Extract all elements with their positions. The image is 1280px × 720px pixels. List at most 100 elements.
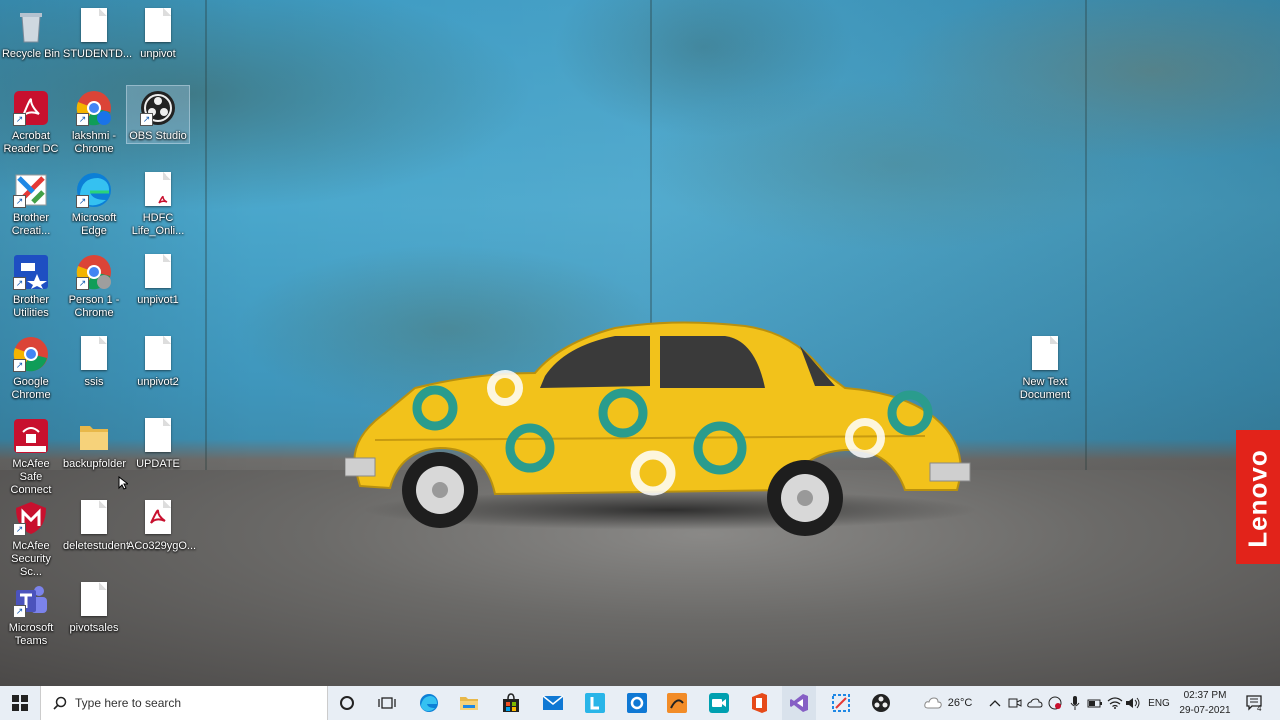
mail-icon — [542, 695, 564, 710]
desktop-icon-new-text-doc[interactable]: New Text Document — [1014, 332, 1076, 402]
desktop-icon-pivotsales[interactable]: pivotsales — [63, 578, 125, 635]
desktop-icon-brother-creative[interactable]: ↗ Brother Creati... — [0, 168, 62, 238]
desktop-icon-studentd[interactable]: STUDENTD... — [63, 4, 132, 61]
language-label: ENG — [1148, 697, 1170, 709]
wifi-icon — [1107, 697, 1123, 709]
pdf-file-icon — [140, 172, 176, 208]
desktop[interactable]: Lenovo Recycle Bin STUDENTD... unpivot ↗… — [0, 0, 1280, 686]
battery-icon — [1087, 699, 1102, 708]
desktop-icon-aco329[interactable]: ACo329ygO... — [127, 496, 196, 553]
desktop-icon-unpivot1[interactable]: unpivot1 — [127, 250, 189, 307]
task-view-button[interactable] — [370, 686, 404, 720]
cloud-icon — [924, 697, 942, 709]
wall-panel-line — [205, 0, 207, 470]
folder-icon — [76, 418, 112, 454]
taskbar-zoom[interactable] — [702, 686, 736, 720]
tray-volume[interactable] — [1124, 686, 1142, 720]
tray-security[interactable] — [1046, 686, 1064, 720]
taskbar: Type here to search 26°C ENG 02:37 PM 29… — [0, 686, 1280, 720]
acrobat-icon: ↗ — [13, 90, 49, 126]
desktop-icon-brother-utilities[interactable]: ↗ Brother Utilities — [0, 250, 62, 320]
recycle-bin-icon — [13, 8, 49, 44]
weather-widget[interactable]: 26°C — [918, 686, 978, 720]
shortcut-arrow-icon: ↗ — [13, 113, 26, 126]
clock-date: 29-07-2021 — [1179, 705, 1231, 716]
desktop-icon-backupfolder[interactable]: backupfolder — [63, 414, 126, 471]
camera-icon — [1008, 698, 1022, 708]
desktop-icon-ssis[interactable]: ssis — [63, 332, 125, 389]
text-file-icon — [140, 336, 176, 372]
taskbar-store[interactable] — [494, 686, 528, 720]
desktop-icon-mcafee-safe[interactable]: McAfee Safe Connect — [0, 414, 62, 497]
shortcut-arrow-icon: ↗ — [13, 277, 26, 290]
text-file-icon — [76, 500, 112, 536]
tray-wifi[interactable] — [1106, 686, 1124, 720]
desktop-icon-update[interactable]: UPDATE — [127, 414, 189, 471]
store-bag-icon — [503, 693, 519, 712]
desktop-icon-lakshmi-chrome[interactable]: ↗ lakshmi - Chrome — [63, 86, 125, 156]
shortcut-arrow-icon: ↗ — [13, 359, 26, 372]
lucid-app-icon — [585, 693, 605, 713]
desktop-icon-mcafee-security[interactable]: ↗ McAfee Security Sc... — [0, 496, 62, 579]
brother-utilities-icon: ↗ — [13, 254, 49, 290]
desktop-icon-person1-chrome[interactable]: ↗ Person 1 - Chrome — [63, 250, 125, 320]
edge-icon — [420, 694, 438, 712]
tray-battery[interactable] — [1086, 686, 1104, 720]
desktop-icon-unpivot[interactable]: unpivot — [127, 4, 189, 61]
shortcut-arrow-icon: ↗ — [76, 277, 89, 290]
mouse-cursor-icon — [118, 476, 128, 490]
taskbar-sketch-app[interactable] — [660, 686, 694, 720]
shortcut-arrow-icon: ↗ — [13, 195, 26, 208]
outlook-icon — [627, 693, 647, 713]
tray-microphone[interactable] — [1066, 686, 1084, 720]
taskbar-edge[interactable] — [412, 686, 446, 720]
brother-creative-icon: ↗ — [13, 172, 49, 208]
taskbar-visual-studio[interactable] — [782, 686, 816, 720]
chevron-up-icon — [989, 700, 1001, 707]
zoom-icon — [709, 693, 729, 713]
show-hidden-icons-button[interactable] — [986, 686, 1004, 720]
desktop-icon-unpivot2[interactable]: unpivot2 — [127, 332, 189, 389]
tray-meet-now[interactable] — [1006, 686, 1024, 720]
desktop-icon-deletestudent[interactable]: deletestudent — [63, 496, 129, 553]
shortcut-arrow-icon: ↗ — [76, 113, 89, 126]
speaker-icon — [1126, 697, 1140, 709]
start-button[interactable] — [0, 686, 40, 720]
desktop-icon-recycle-bin[interactable]: Recycle Bin — [0, 4, 62, 61]
wallpaper-car — [345, 321, 971, 536]
tray-onedrive[interactable] — [1026, 686, 1044, 720]
chrome-icon: ↗ — [76, 254, 112, 290]
taskbar-obs[interactable] — [864, 686, 898, 720]
tray-language[interactable]: ENG — [1146, 686, 1172, 720]
visual-studio-icon — [790, 694, 808, 712]
lenovo-logo-text: Lenovo — [1242, 449, 1273, 548]
cortana-button[interactable] — [330, 686, 364, 720]
snipping-tool-icon — [832, 694, 850, 712]
teams-icon: ↗ — [13, 582, 49, 618]
shortcut-arrow-icon: ↗ — [76, 195, 89, 208]
notification-count: 4 — [1257, 704, 1262, 713]
taskbar-mail[interactable] — [536, 686, 570, 720]
taskbar-file-explorer[interactable] — [452, 686, 486, 720]
desktop-icon-hdfc[interactable]: HDFC Life_Onli... — [127, 168, 189, 238]
desktop-icon-teams[interactable]: ↗ Microsoft Teams — [0, 578, 62, 648]
desktop-icon-obs[interactable]: ↗ OBS Studio — [126, 85, 190, 144]
wall-panel-line — [1085, 0, 1087, 470]
taskbar-outlook[interactable] — [620, 686, 654, 720]
text-file-icon — [1027, 336, 1063, 372]
desktop-icon-acrobat[interactable]: ↗ Acrobat Reader DC — [0, 86, 62, 156]
desktop-icon-edge[interactable]: ↗ Microsoft Edge — [63, 168, 125, 238]
taskbar-snipping-tool[interactable] — [824, 686, 858, 720]
text-file-icon — [76, 336, 112, 372]
taskbar-lucid[interactable] — [578, 686, 612, 720]
office-icon — [752, 693, 767, 713]
shortcut-arrow-icon: ↗ — [13, 605, 26, 618]
chrome-icon: ↗ — [76, 90, 112, 126]
weather-temp: 26°C — [947, 697, 973, 709]
notification-center-button[interactable]: 4 — [1242, 686, 1266, 720]
taskbar-office[interactable] — [742, 686, 776, 720]
taskbar-search-box[interactable]: Type here to search — [40, 686, 328, 720]
desktop-icon-google-chrome[interactable]: ↗ Google Chrome — [0, 332, 62, 402]
taskbar-clock[interactable]: 02:37 PM 29-07-2021 — [1170, 688, 1240, 718]
text-file-icon — [140, 254, 176, 290]
